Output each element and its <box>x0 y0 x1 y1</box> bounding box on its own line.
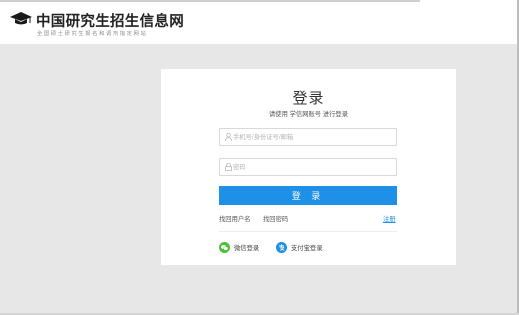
site-title[interactable]: 中国研究生招生信息网 <box>36 10 184 31</box>
password-input[interactable] <box>233 159 393 175</box>
password-field[interactable] <box>219 158 397 176</box>
register-link[interactable]: 注册 <box>383 214 396 223</box>
header-top-line <box>0 0 420 2</box>
lock-icon <box>225 163 232 171</box>
username-field[interactable] <box>219 128 397 146</box>
username-input[interactable] <box>233 129 393 145</box>
alipay-icon <box>276 241 287 253</box>
login-hint: 请使用 学信网账号 进行登录 <box>268 111 349 118</box>
wechat-login-label: 微信登录 <box>234 244 260 252</box>
wechat-icon <box>219 241 230 253</box>
wechat-login-button[interactable]: 微信登录 <box>219 241 259 253</box>
site-subtitle: 全国硕士研究生报名和调剂指定网站 <box>37 31 148 37</box>
site-header: 中国研究生招生信息网 全国硕士研究生报名和调剂指定网站 <box>0 0 519 44</box>
alipay-login-label: 支付宝登录 <box>291 244 323 252</box>
login-button[interactable]: 登 录 <box>219 186 397 205</box>
graduation-cap-icon <box>10 12 32 25</box>
divider <box>219 231 397 232</box>
login-card: 登录 请使用 学信网账号 进行登录 登 录 找回用户名 找回密码 注册 微信登录 <box>161 69 456 265</box>
recover-username-link[interactable]: 找回用户名 <box>219 214 250 223</box>
user-icon <box>225 133 232 141</box>
login-title: 登录 <box>292 90 325 107</box>
recover-password-link[interactable]: 找回密码 <box>263 214 288 223</box>
alipay-login-button[interactable]: 支付宝登录 <box>276 241 322 253</box>
